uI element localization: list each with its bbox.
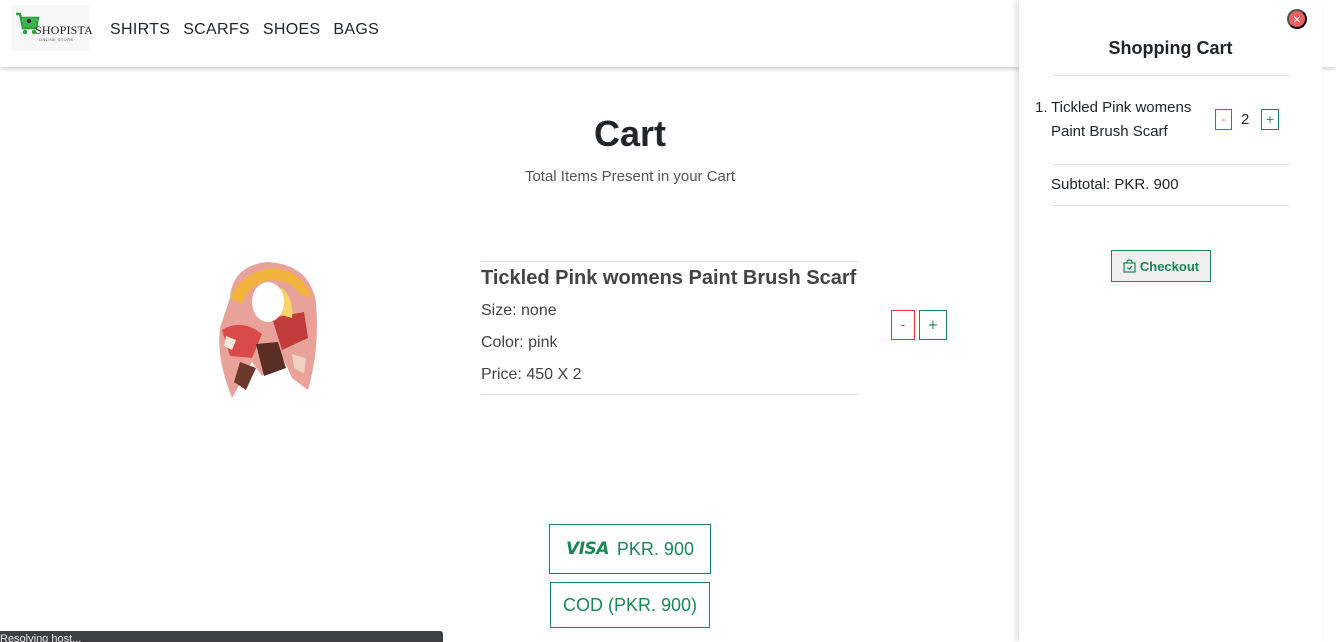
decrease-quantity-button[interactable]: - xyxy=(891,310,915,340)
logo-brand-text: SHOPISTA xyxy=(35,23,93,37)
cod-payment-button[interactable]: COD (PKR. 900) xyxy=(550,582,710,628)
shopping-bag-check-icon xyxy=(1123,259,1136,273)
visa-icon: VISA xyxy=(566,539,609,559)
nav-link-shoes[interactable]: SHOES xyxy=(263,21,321,39)
item-name: Tickled Pink womens Paint Brush Scarf xyxy=(481,267,857,289)
checkout-button[interactable]: Checkout xyxy=(1111,250,1211,282)
cart-item-details: Tickled Pink womens Paint Brush Scarf Si… xyxy=(481,261,859,395)
panel-item-quantity: 2 xyxy=(1241,111,1250,128)
store-logo[interactable]: SHOPISTA ONLINE STORE xyxy=(11,5,93,51)
panel-divider xyxy=(1051,75,1290,76)
nav-link-bags[interactable]: BAGS xyxy=(333,21,379,39)
increase-quantity-button[interactable]: + xyxy=(919,310,947,340)
visa-amount: PKR. 900 xyxy=(616,538,694,559)
panel-item-index: 1. xyxy=(1035,99,1048,116)
item-price: Price: 450 X 2 xyxy=(481,366,582,383)
panel-divider xyxy=(1051,205,1290,206)
item-size: Size: none xyxy=(481,302,557,319)
panel-divider xyxy=(1051,164,1290,165)
checkout-label: Checkout xyxy=(1139,258,1200,274)
panel-increase-quantity-button[interactable]: + xyxy=(1261,109,1279,130)
shopping-cart-panel: × Shopping Cart 1. Tickled Pink womens P… xyxy=(1019,0,1322,642)
nav-link-shirts[interactable]: SHIRTS xyxy=(110,21,170,39)
category-nav: SHIRTS SCARFS SHOES BAGS xyxy=(110,21,379,39)
panel-decrease-quantity-button[interactable]: - xyxy=(1215,109,1232,130)
browser-status-bar: Resolving host... xyxy=(0,631,443,642)
panel-title: Shopping Cart xyxy=(1108,38,1233,58)
panel-item-name: Tickled Pink womens Paint Brush Scarf xyxy=(1051,99,1192,140)
product-image-scarf xyxy=(219,262,317,398)
nav-link-scarfs[interactable]: SCARFS xyxy=(183,21,250,39)
logo-tagline: ONLINE STORE xyxy=(39,37,74,42)
close-icon[interactable]: × xyxy=(1287,9,1307,29)
visa-payment-button[interactable]: VISA PKR. 900 xyxy=(549,524,711,574)
item-color: Color: pink xyxy=(481,334,558,351)
panel-scrollbar[interactable] xyxy=(1322,0,1336,642)
cart-subtotal: Subtotal: PKR. 900 xyxy=(1051,176,1179,193)
